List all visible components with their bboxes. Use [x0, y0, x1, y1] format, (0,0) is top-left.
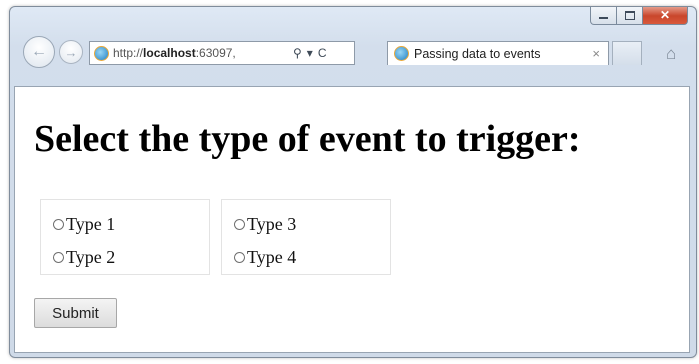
radio-option-type-3[interactable]: Type 3: [234, 208, 390, 241]
address-tools: ⚲ ▾ C: [293, 46, 332, 60]
forward-button[interactable]: →: [59, 40, 83, 64]
radio-label: Type 2: [66, 247, 116, 267]
refresh-icon[interactable]: C: [318, 46, 327, 60]
url-scheme: http://: [113, 46, 144, 60]
minimize-button[interactable]: [590, 7, 617, 25]
radio-option-type-1[interactable]: Type 1: [53, 208, 209, 241]
page-content: Select the type of event to trigger: Typ…: [14, 86, 690, 353]
radio-button[interactable]: [234, 219, 245, 230]
back-arrow-icon: ←: [31, 43, 47, 60]
tab-title: Passing data to events: [414, 46, 541, 61]
address-url[interactable]: http://localhost:63097,: [113, 46, 289, 60]
new-tab-button[interactable]: [612, 41, 642, 65]
search-icon[interactable]: ⚲: [293, 46, 302, 60]
maximize-button[interactable]: [617, 7, 643, 25]
radio-label: Type 3: [247, 214, 297, 234]
tab-active[interactable]: Passing data to events ×: [387, 41, 609, 65]
ie-icon: [94, 45, 109, 61]
page-heading: Select the type of event to trigger:: [34, 118, 581, 160]
radio-button[interactable]: [53, 219, 64, 230]
radio-button[interactable]: [53, 252, 64, 263]
browser-window: ✕ ← → http://localhost:63097, ⚲ ▾ C Pass…: [9, 6, 697, 358]
ie-icon: [394, 46, 409, 61]
radio-label: Type 1: [66, 214, 116, 234]
url-port: :63097,: [195, 46, 236, 60]
radio-group-2: Type 3 Type 4: [221, 199, 391, 275]
back-button[interactable]: ←: [23, 36, 55, 68]
home-icon[interactable]: ⌂: [666, 44, 676, 64]
forward-arrow-icon: →: [64, 44, 78, 60]
radio-button[interactable]: [234, 252, 245, 263]
address-bar[interactable]: http://localhost:63097, ⚲ ▾ C: [89, 41, 355, 65]
close-button[interactable]: ✕: [643, 7, 688, 25]
maximize-icon: [624, 10, 635, 20]
tab-close-icon[interactable]: ×: [592, 46, 600, 61]
radio-group-1: Type 1 Type 2: [40, 199, 210, 275]
radio-option-type-2[interactable]: Type 2: [53, 241, 209, 274]
radio-option-type-4[interactable]: Type 4: [234, 241, 390, 274]
radio-label: Type 4: [247, 247, 297, 267]
minimize-icon: [599, 17, 608, 19]
close-icon: ✕: [659, 8, 671, 22]
submit-button[interactable]: Submit: [34, 298, 117, 328]
dropdown-icon[interactable]: ▾: [307, 46, 313, 60]
window-controls: ✕: [590, 7, 688, 26]
url-host: localhost: [143, 46, 196, 60]
